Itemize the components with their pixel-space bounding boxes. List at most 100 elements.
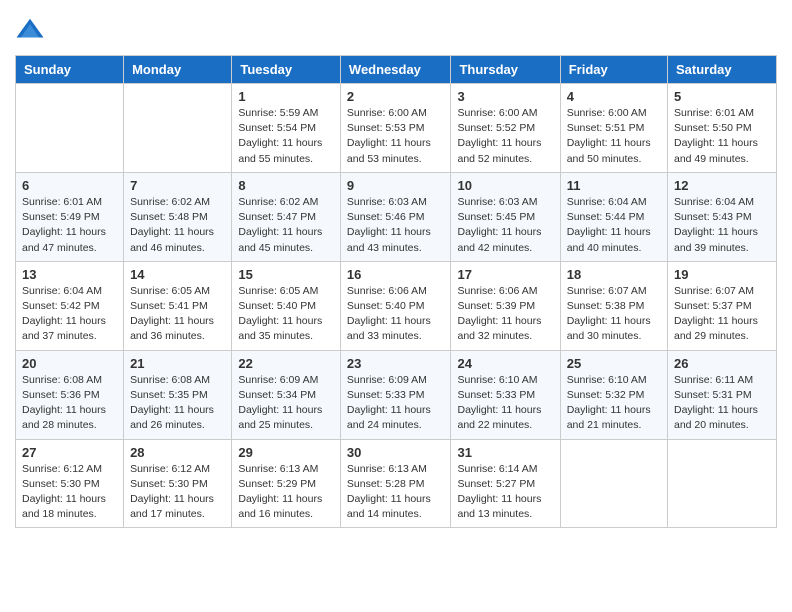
week-row-1: 1 Sunrise: 5:59 AM Sunset: 5:54 PM Daylig… [16, 84, 777, 173]
day-cell: 1 Sunrise: 5:59 AM Sunset: 5:54 PM Daylig… [232, 84, 341, 173]
day-cell [16, 84, 124, 173]
day-info: Sunrise: 6:06 AM Sunset: 5:39 PM Dayligh… [457, 284, 553, 345]
day-number: 21 [130, 356, 225, 371]
calendar-header-saturday: Saturday [668, 56, 777, 84]
day-number: 7 [130, 178, 225, 193]
day-cell: 25 Sunrise: 6:10 AM Sunset: 5:32 PM Dayli… [560, 350, 667, 439]
day-info: Sunrise: 6:07 AM Sunset: 5:37 PM Dayligh… [674, 284, 770, 345]
day-cell [124, 84, 232, 173]
calendar-header-friday: Friday [560, 56, 667, 84]
day-cell [560, 439, 667, 528]
day-cell: 31 Sunrise: 6:14 AM Sunset: 5:27 PM Dayli… [451, 439, 560, 528]
day-info: Sunrise: 6:02 AM Sunset: 5:47 PM Dayligh… [238, 195, 334, 256]
day-number: 20 [22, 356, 117, 371]
day-info: Sunrise: 6:03 AM Sunset: 5:46 PM Dayligh… [347, 195, 445, 256]
calendar-header-wednesday: Wednesday [340, 56, 451, 84]
day-number: 26 [674, 356, 770, 371]
day-cell: 15 Sunrise: 6:05 AM Sunset: 5:40 PM Dayli… [232, 261, 341, 350]
day-info: Sunrise: 6:13 AM Sunset: 5:29 PM Dayligh… [238, 462, 334, 523]
day-info: Sunrise: 6:11 AM Sunset: 5:31 PM Dayligh… [674, 373, 770, 434]
day-number: 9 [347, 178, 445, 193]
day-info: Sunrise: 6:00 AM Sunset: 5:52 PM Dayligh… [457, 106, 553, 167]
day-info: Sunrise: 6:06 AM Sunset: 5:40 PM Dayligh… [347, 284, 445, 345]
day-cell: 3 Sunrise: 6:00 AM Sunset: 5:52 PM Daylig… [451, 84, 560, 173]
day-info: Sunrise: 6:07 AM Sunset: 5:38 PM Dayligh… [567, 284, 661, 345]
day-cell: 13 Sunrise: 6:04 AM Sunset: 5:42 PM Dayli… [16, 261, 124, 350]
day-number: 6 [22, 178, 117, 193]
day-cell: 24 Sunrise: 6:10 AM Sunset: 5:33 PM Dayli… [451, 350, 560, 439]
day-info: Sunrise: 6:08 AM Sunset: 5:36 PM Dayligh… [22, 373, 117, 434]
day-cell: 16 Sunrise: 6:06 AM Sunset: 5:40 PM Dayli… [340, 261, 451, 350]
calendar: SundayMondayTuesdayWednesdayThursdayFrid… [15, 55, 777, 528]
day-info: Sunrise: 6:14 AM Sunset: 5:27 PM Dayligh… [457, 462, 553, 523]
day-number: 25 [567, 356, 661, 371]
week-row-5: 27 Sunrise: 6:12 AM Sunset: 5:30 PM Dayli… [16, 439, 777, 528]
day-number: 30 [347, 445, 445, 460]
day-cell: 20 Sunrise: 6:08 AM Sunset: 5:36 PM Dayli… [16, 350, 124, 439]
day-number: 22 [238, 356, 334, 371]
day-number: 3 [457, 89, 553, 104]
day-cell: 7 Sunrise: 6:02 AM Sunset: 5:48 PM Daylig… [124, 172, 232, 261]
day-info: Sunrise: 6:02 AM Sunset: 5:48 PM Dayligh… [130, 195, 225, 256]
day-number: 13 [22, 267, 117, 282]
day-number: 14 [130, 267, 225, 282]
page-header [15, 15, 777, 45]
day-number: 10 [457, 178, 553, 193]
day-info: Sunrise: 6:05 AM Sunset: 5:41 PM Dayligh… [130, 284, 225, 345]
day-info: Sunrise: 6:03 AM Sunset: 5:45 PM Dayligh… [457, 195, 553, 256]
day-number: 5 [674, 89, 770, 104]
day-cell: 4 Sunrise: 6:00 AM Sunset: 5:51 PM Daylig… [560, 84, 667, 173]
day-cell: 18 Sunrise: 6:07 AM Sunset: 5:38 PM Dayli… [560, 261, 667, 350]
day-number: 17 [457, 267, 553, 282]
day-cell: 17 Sunrise: 6:06 AM Sunset: 5:39 PM Dayli… [451, 261, 560, 350]
day-number: 2 [347, 89, 445, 104]
day-info: Sunrise: 6:09 AM Sunset: 5:33 PM Dayligh… [347, 373, 445, 434]
day-cell: 14 Sunrise: 6:05 AM Sunset: 5:41 PM Dayli… [124, 261, 232, 350]
header-row: SundayMondayTuesdayWednesdayThursdayFrid… [16, 56, 777, 84]
calendar-header-thursday: Thursday [451, 56, 560, 84]
day-number: 12 [674, 178, 770, 193]
day-info: Sunrise: 5:59 AM Sunset: 5:54 PM Dayligh… [238, 106, 334, 167]
week-row-4: 20 Sunrise: 6:08 AM Sunset: 5:36 PM Dayli… [16, 350, 777, 439]
day-cell: 29Sunrise: 6:13 AM Sunset: 5:29 PM Dayli… [232, 439, 341, 528]
day-info: Sunrise: 6:04 AM Sunset: 5:42 PM Dayligh… [22, 284, 117, 345]
day-number: 16 [347, 267, 445, 282]
day-cell: 22 Sunrise: 6:09 AM Sunset: 5:34 PM Dayli… [232, 350, 341, 439]
day-info: Sunrise: 6:05 AM Sunset: 5:40 PM Dayligh… [238, 284, 334, 345]
day-cell: 2Sunrise: 6:00 AM Sunset: 5:53 PM Daylig… [340, 84, 451, 173]
day-cell: 27 Sunrise: 6:12 AM Sunset: 5:30 PM Dayli… [16, 439, 124, 528]
logo [15, 15, 47, 45]
day-cell: 26 Sunrise: 6:11 AM Sunset: 5:31 PM Dayli… [668, 350, 777, 439]
day-number: 27 [22, 445, 117, 460]
day-info: Sunrise: 6:04 AM Sunset: 5:44 PM Dayligh… [567, 195, 661, 256]
day-number: 18 [567, 267, 661, 282]
day-number: 8 [238, 178, 334, 193]
calendar-header-sunday: Sunday [16, 56, 124, 84]
day-info: Sunrise: 6:09 AM Sunset: 5:34 PM Dayligh… [238, 373, 334, 434]
day-cell: 12 Sunrise: 6:04 AM Sunset: 5:43 PM Dayli… [668, 172, 777, 261]
day-cell: 6Sunrise: 6:01 AM Sunset: 5:49 PM Daylig… [16, 172, 124, 261]
day-number: 15 [238, 267, 334, 282]
day-cell: 23Sunrise: 6:09 AM Sunset: 5:33 PM Dayli… [340, 350, 451, 439]
day-number: 11 [567, 178, 661, 193]
week-row-2: 6Sunrise: 6:01 AM Sunset: 5:49 PM Daylig… [16, 172, 777, 261]
day-number: 24 [457, 356, 553, 371]
day-cell: 11 Sunrise: 6:04 AM Sunset: 5:44 PM Dayli… [560, 172, 667, 261]
day-info: Sunrise: 6:10 AM Sunset: 5:33 PM Dayligh… [457, 373, 553, 434]
day-number: 1 [238, 89, 334, 104]
day-cell: 30Sunrise: 6:13 AM Sunset: 5:28 PM Dayli… [340, 439, 451, 528]
day-info: Sunrise: 6:00 AM Sunset: 5:51 PM Dayligh… [567, 106, 661, 167]
day-info: Sunrise: 6:12 AM Sunset: 5:30 PM Dayligh… [130, 462, 225, 523]
day-cell: 8 Sunrise: 6:02 AM Sunset: 5:47 PM Daylig… [232, 172, 341, 261]
day-cell: 9 Sunrise: 6:03 AM Sunset: 5:46 PM Daylig… [340, 172, 451, 261]
day-info: Sunrise: 6:04 AM Sunset: 5:43 PM Dayligh… [674, 195, 770, 256]
day-number: 4 [567, 89, 661, 104]
day-cell: 19Sunrise: 6:07 AM Sunset: 5:37 PM Dayli… [668, 261, 777, 350]
day-info: Sunrise: 6:01 AM Sunset: 5:50 PM Dayligh… [674, 106, 770, 167]
day-cell: 10 Sunrise: 6:03 AM Sunset: 5:45 PM Dayli… [451, 172, 560, 261]
day-info: Sunrise: 6:08 AM Sunset: 5:35 PM Dayligh… [130, 373, 225, 434]
day-number: 31 [457, 445, 553, 460]
day-info: Sunrise: 6:10 AM Sunset: 5:32 PM Dayligh… [567, 373, 661, 434]
day-cell: 21 Sunrise: 6:08 AM Sunset: 5:35 PM Dayli… [124, 350, 232, 439]
day-info: Sunrise: 6:12 AM Sunset: 5:30 PM Dayligh… [22, 462, 117, 523]
